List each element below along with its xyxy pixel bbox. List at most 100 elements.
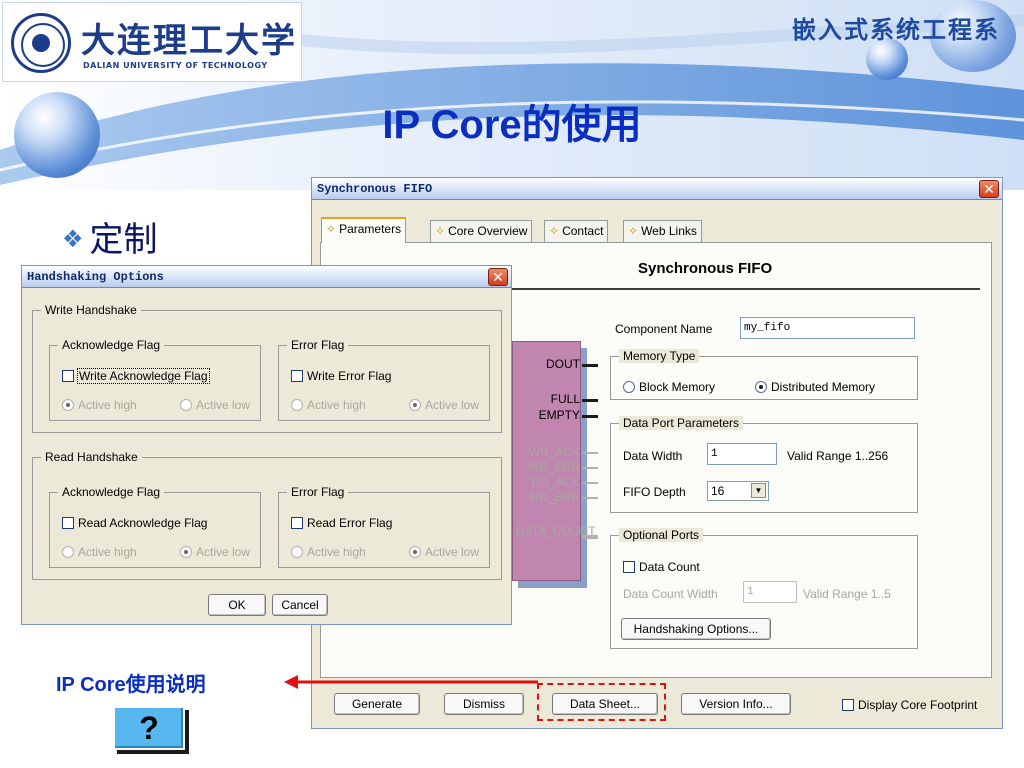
port-data-count: DATA_COUNT — [516, 524, 596, 538]
slide-title: IP Core的使用 — [382, 103, 642, 147]
block-memory-label: Block Memory — [639, 380, 716, 394]
write-ack-legend: Acknowledge Flag — [58, 338, 165, 352]
department-name: 嵌入式系统工程系 — [792, 15, 1000, 44]
cancel-button[interactable]: Cancel — [272, 594, 328, 616]
write-err-active-high-radio — [291, 399, 303, 411]
port-wr-ack: WR_ACK — [528, 445, 580, 459]
fifo-symbol: DOUT FULL EMPTY WR_ACK WR_ERR RD_ACK RD_… — [512, 341, 596, 581]
read-ack-label: Read Acknowledge Flag — [78, 516, 208, 530]
tab-star-icon: ✧ — [435, 224, 446, 238]
close-icon[interactable]: ✕ — [979, 180, 999, 198]
data-width-range: Valid Range 1..256 — [787, 449, 889, 463]
read-err-legend: Error Flag — [287, 485, 349, 499]
read-err-label: Read Error Flag — [307, 516, 393, 530]
fifo-depth-value: 16 — [711, 484, 725, 498]
component-name-input[interactable]: my_fifo — [740, 317, 915, 339]
version-info-button[interactable]: Version Info... — [681, 693, 791, 715]
port-rd-err: RD_ERR — [530, 490, 580, 504]
write-handshake-group: Write Handshake Acknowledge Flag Write A… — [32, 303, 502, 433]
write-err-checkbox[interactable] — [291, 370, 303, 382]
data-count-width-input: 1 — [743, 581, 797, 603]
tab-star-icon: ✧ — [326, 222, 337, 236]
read-ack-checkbox[interactable] — [62, 517, 74, 529]
pin-empty — [582, 415, 598, 418]
write-err-active-high-label: Active high — [307, 398, 366, 412]
annotation-arrow-icon — [284, 675, 538, 689]
tab-core-overview[interactable]: ✧ Core Overview — [430, 220, 533, 242]
optional-ports-group: Optional Ports Data Count Data Count Wid… — [610, 528, 918, 649]
fifo-window-title: Synchronous FIFO — [317, 182, 433, 196]
logo-chinese-name: 大连理工大学 — [81, 21, 297, 61]
data-width-label: Data Width — [623, 449, 683, 463]
bullet-text: 定制 — [89, 221, 158, 259]
distributed-memory-label: Distributed Memory — [771, 380, 876, 394]
read-ack-active-low-radio — [180, 546, 192, 558]
read-err-active-low-radio — [409, 546, 421, 558]
bullet-point: ❖ 定制 — [62, 212, 158, 261]
data-count-width-label: Data Count Width — [623, 587, 718, 601]
read-ack-legend: Acknowledge Flag — [58, 485, 165, 499]
write-ack-checkbox[interactable] — [62, 370, 74, 382]
pin-data-count — [582, 535, 598, 539]
university-logo: 大连理工大学 DALIAN UNIVERSITY OF TECHNOLOGY — [2, 2, 302, 82]
handshaking-titlebar: Handshaking Options ✕ — [22, 266, 511, 288]
port-rd-ack: RD_ACK — [531, 475, 580, 489]
logo-english-name: DALIAN UNIVERSITY OF TECHNOLOGY — [83, 61, 268, 70]
display-footprint-label: Display Core Footprint — [858, 698, 978, 712]
read-ack-active-high-radio — [62, 546, 74, 558]
data-count-label: Data Count — [639, 560, 700, 574]
read-handshake-group: Read Handshake Acknowledge Flag Read Ack… — [32, 450, 502, 580]
write-err-group: Error Flag Write Error Flag Active high … — [278, 338, 490, 421]
write-ack-active-high-label: Active high — [78, 398, 137, 412]
heading-divider — [512, 288, 980, 290]
fifo-heading: Synchronous FIFO — [638, 260, 773, 277]
read-err-checkbox[interactable] — [291, 517, 303, 529]
write-ack-active-high-radio — [62, 399, 74, 411]
handshaking-title: Handshaking Options — [27, 270, 164, 284]
pin-dout — [582, 364, 598, 367]
memory-type-group: Memory Type Block Memory Distributed Mem… — [610, 349, 918, 400]
optional-ports-legend: Optional Ports — [619, 528, 704, 542]
display-footprint-checkbox[interactable] — [842, 699, 854, 711]
ok-button[interactable]: OK — [208, 594, 266, 616]
read-ack-active-low-label: Active low — [196, 545, 251, 559]
pin-rd-err — [582, 497, 598, 499]
tab-star-icon: ✧ — [628, 224, 639, 238]
block-memory-radio[interactable] — [623, 381, 635, 393]
data-port-legend: Data Port Parameters — [619, 416, 744, 430]
distributed-memory-radio[interactable] — [755, 381, 767, 393]
tab-parameters[interactable]: ✧ Parameters — [321, 217, 407, 243]
generate-button[interactable]: Generate — [334, 693, 420, 715]
write-ack-active-low-label: Active low — [196, 398, 251, 412]
write-err-active-low-radio — [409, 399, 421, 411]
fifo-depth-label: FIFO Depth — [623, 485, 686, 499]
port-full: FULL — [550, 392, 580, 406]
write-err-legend: Error Flag — [287, 338, 349, 352]
write-ack-label: Write Acknowledge Flag — [77, 368, 210, 384]
port-wr-err: WR_ERR — [527, 460, 580, 474]
data-count-checkbox[interactable] — [623, 561, 635, 573]
pin-rd-ack — [582, 482, 598, 484]
port-dout: DOUT — [546, 357, 580, 371]
read-err-group: Error Flag Read Error Flag Active high A… — [278, 485, 490, 568]
tab-contact[interactable]: ✧ Contact — [544, 220, 609, 242]
help-button[interactable]: ? — [113, 706, 185, 750]
ip-core-caption: IP Core使用说明 — [56, 674, 206, 696]
dismiss-button[interactable]: Dismiss — [444, 693, 524, 715]
data-width-input[interactable]: 1 — [707, 443, 777, 465]
write-err-active-low-label: Active low — [425, 398, 480, 412]
diamond-bullet-icon: ❖ — [62, 226, 84, 253]
read-ack-group: Acknowledge Flag Read Acknowledge Flag A… — [49, 485, 261, 568]
write-ack-group: Acknowledge Flag Write Acknowledge Flag … — [49, 338, 261, 421]
chevron-down-icon[interactable]: ▼ — [751, 483, 766, 498]
read-err-active-high-label: Active high — [307, 545, 366, 559]
tab-web-links[interactable]: ✧ Web Links — [623, 220, 702, 242]
handshaking-options-button[interactable]: Handshaking Options... — [621, 618, 771, 640]
tab-star-icon: ✧ — [549, 224, 560, 238]
write-ack-active-low-radio — [180, 399, 192, 411]
write-err-label: Write Error Flag — [307, 369, 392, 383]
close-icon[interactable]: ✕ — [488, 268, 508, 286]
read-handshake-legend: Read Handshake — [41, 450, 142, 464]
port-empty: EMPTY — [538, 408, 580, 422]
fifo-depth-select[interactable]: 16 ▼ — [707, 481, 769, 501]
